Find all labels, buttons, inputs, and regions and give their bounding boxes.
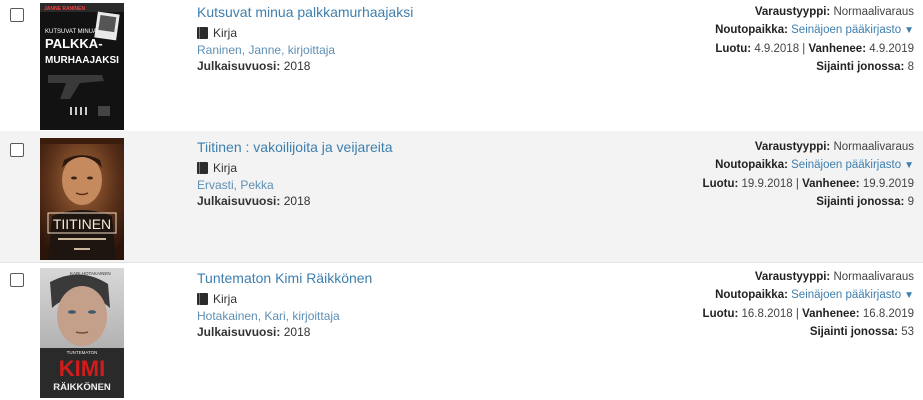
expires-value: 16.8.2019: [862, 308, 914, 320]
pickup-line: Noutopaikka: Seinäjoen pääkirjasto ▼: [614, 286, 914, 305]
year-label: Julkaisuvuosi:: [197, 194, 281, 208]
format-line: Kirja: [197, 160, 617, 175]
reservation-type-line: Varaustyyppi: Normaalivaraus: [614, 138, 914, 156]
pickup-location-dropdown[interactable]: Seinäjoen pääkirjasto: [791, 159, 901, 171]
format-label: Kirja: [213, 160, 238, 175]
date-separator: |: [795, 308, 799, 320]
queue-label: Sijainti jonossa:: [809, 326, 898, 338]
item-details: Tuntematon Kimi Räikkönen Kirja Hotakain…: [197, 269, 617, 340]
caret-down-icon[interactable]: ▼: [904, 160, 914, 171]
year-value: 2018: [283, 325, 311, 339]
cover-title-line1: PALKKA-: [45, 36, 103, 51]
queue-label: Sijainti jonossa:: [816, 61, 905, 73]
pickup-location-dropdown[interactable]: Seinäjoen pääkirjasto: [791, 289, 901, 301]
created-value: 16.8.2018: [741, 308, 793, 320]
format-line: Kirja: [197, 291, 617, 306]
item-title-link[interactable]: Kutsuvat minua palkkamurhaajaksi: [197, 3, 617, 21]
reservation-type-label: Varaustyyppi:: [754, 6, 831, 18]
caret-down-icon[interactable]: ▼: [904, 25, 914, 36]
format-line: Kirja: [197, 25, 617, 40]
reservation-status: Varaustyyppi: Normaalivaraus Noutopaikka…: [614, 138, 914, 211]
reservation-type-label: Varaustyyppi:: [754, 271, 831, 283]
queue-line: Sijainti jonossa: 53: [614, 323, 914, 341]
queue-value: 8: [907, 61, 914, 73]
pickup-line: Noutopaikka: Seinäjoen pääkirjasto ▼: [614, 156, 914, 175]
dates-line: Luotu: 4.9.2018 | Vanhenee: 4.9.2019: [614, 40, 914, 58]
book-cover[interactable]: JANNE RANINEN KUTSUVAT MINUA PALKKA- MUR…: [40, 3, 124, 130]
cover-image: KARI HOTAKAINEN TUNTEMATON KIMI RÄIKKÖNE…: [40, 268, 124, 398]
pickup-location-dropdown[interactable]: Seinäjoen pääkirjasto: [791, 24, 901, 36]
created-value: 19.9.2018: [741, 178, 793, 190]
item-details: Kutsuvat minua palkkamurhaajaksi Kirja R…: [197, 3, 617, 74]
publication-year: Julkaisuvuosi: 2018: [197, 58, 617, 74]
queue-line: Sijainti jonossa: 8: [614, 58, 914, 76]
format-label: Kirja: [213, 291, 238, 306]
reservation-type-label: Varaustyyppi:: [754, 141, 831, 153]
created-label: Luotu:: [702, 178, 739, 190]
cover-image: JANNE RANINEN KUTSUVAT MINUA PALKKA- MUR…: [40, 3, 124, 130]
created-label: Luotu:: [702, 308, 739, 320]
dates-line: Luotu: 16.8.2018 | Vanhenee: 16.8.2019: [614, 305, 914, 323]
author-link[interactable]: Hotakainen, Kari, kirjoittaja: [197, 308, 617, 324]
author-link[interactable]: Raninen, Janne, kirjoittaja: [197, 42, 617, 58]
queue-value: 9: [907, 196, 914, 208]
queue-value: 53: [901, 326, 914, 338]
reservation-type-value: Normaalivaraus: [833, 141, 914, 153]
date-separator: |: [802, 43, 806, 55]
cover-author-text: JANNE RANINEN: [44, 6, 86, 12]
expires-value: 19.9.2019: [862, 178, 914, 190]
reservation-status: Varaustyyppi: Normaalivaraus Noutopaikka…: [614, 3, 914, 76]
reservation-type-value: Normaalivaraus: [833, 6, 914, 18]
cover-image: TIITINEN: [40, 138, 124, 260]
book-icon: [197, 161, 208, 174]
item-title-link[interactable]: Tuntematon Kimi Räikkönen: [197, 269, 617, 287]
created-value: 4.9.2018: [754, 43, 800, 55]
reservation-status: Varaustyyppi: Normaalivaraus Noutopaikka…: [614, 268, 914, 341]
queue-label: Sijainti jonossa:: [816, 196, 905, 208]
book-icon: [197, 292, 208, 305]
expires-label: Vanhenee:: [802, 308, 860, 320]
select-checkbox[interactable]: [10, 8, 24, 22]
cover-title-line2: RÄIKKÖNEN: [53, 382, 111, 393]
author-link[interactable]: Ervasti, Pekka: [197, 177, 617, 193]
book-icon: [197, 26, 208, 39]
year-label: Julkaisuvuosi:: [197, 59, 281, 73]
date-separator: |: [795, 178, 799, 190]
created-label: Luotu:: [715, 43, 752, 55]
year-value: 2018: [283, 194, 311, 208]
pickup-label: Noutopaikka:: [715, 289, 788, 301]
year-label: Julkaisuvuosi:: [197, 325, 281, 339]
hold-list-item: JANNE RANINEN KUTSUVAT MINUA PALKKA- MUR…: [0, 0, 923, 131]
pickup-line: Noutopaikka: Seinäjoen pääkirjasto ▼: [614, 21, 914, 40]
caret-down-icon[interactable]: ▼: [904, 290, 914, 301]
expires-label: Vanhenee:: [802, 178, 860, 190]
cover-subtitle-text: KUTSUVAT MINUA: [45, 29, 97, 35]
pickup-label: Noutopaikka:: [715, 24, 788, 36]
cover-subtitle-text: TUNTEMATON: [67, 350, 98, 355]
item-details: Tiitinen : vakoilijoita ja veijareita Ki…: [197, 138, 617, 209]
year-value: 2018: [283, 59, 311, 73]
publication-year: Julkaisuvuosi: 2018: [197, 193, 617, 209]
expires-label: Vanhenee:: [808, 43, 867, 55]
select-checkbox[interactable]: [10, 273, 24, 287]
cover-title-line2: MURHAAJAKSI: [45, 55, 119, 66]
reservation-type-value: Normaalivaraus: [833, 271, 914, 283]
dates-line: Luotu: 19.9.2018 | Vanhenee: 19.9.2019: [614, 175, 914, 193]
cover-title-text: TIITINEN: [53, 216, 111, 232]
publication-year: Julkaisuvuosi: 2018: [197, 324, 617, 340]
expires-value: 4.9.2019: [869, 43, 914, 55]
item-title-link[interactable]: Tiitinen : vakoilijoita ja veijareita: [197, 138, 617, 156]
hold-list-item: TIITINEN Tiitinen : vakoilijoita ja veij…: [0, 131, 923, 262]
select-checkbox[interactable]: [10, 143, 24, 157]
reservation-type-line: Varaustyyppi: Normaalivaraus: [614, 268, 914, 286]
reservation-type-line: Varaustyyppi: Normaalivaraus: [614, 3, 914, 21]
cover-title-line1: KIMI: [59, 356, 105, 381]
format-label: Kirja: [213, 25, 238, 40]
book-cover[interactable]: KARI HOTAKAINEN TUNTEMATON KIMI RÄIKKÖNE…: [40, 268, 124, 398]
hold-list-item: KARI HOTAKAINEN TUNTEMATON KIMI RÄIKKÖNE…: [0, 262, 923, 400]
book-cover[interactable]: TIITINEN: [40, 138, 124, 260]
pickup-label: Noutopaikka:: [715, 159, 788, 171]
queue-line: Sijainti jonossa: 9: [614, 193, 914, 211]
